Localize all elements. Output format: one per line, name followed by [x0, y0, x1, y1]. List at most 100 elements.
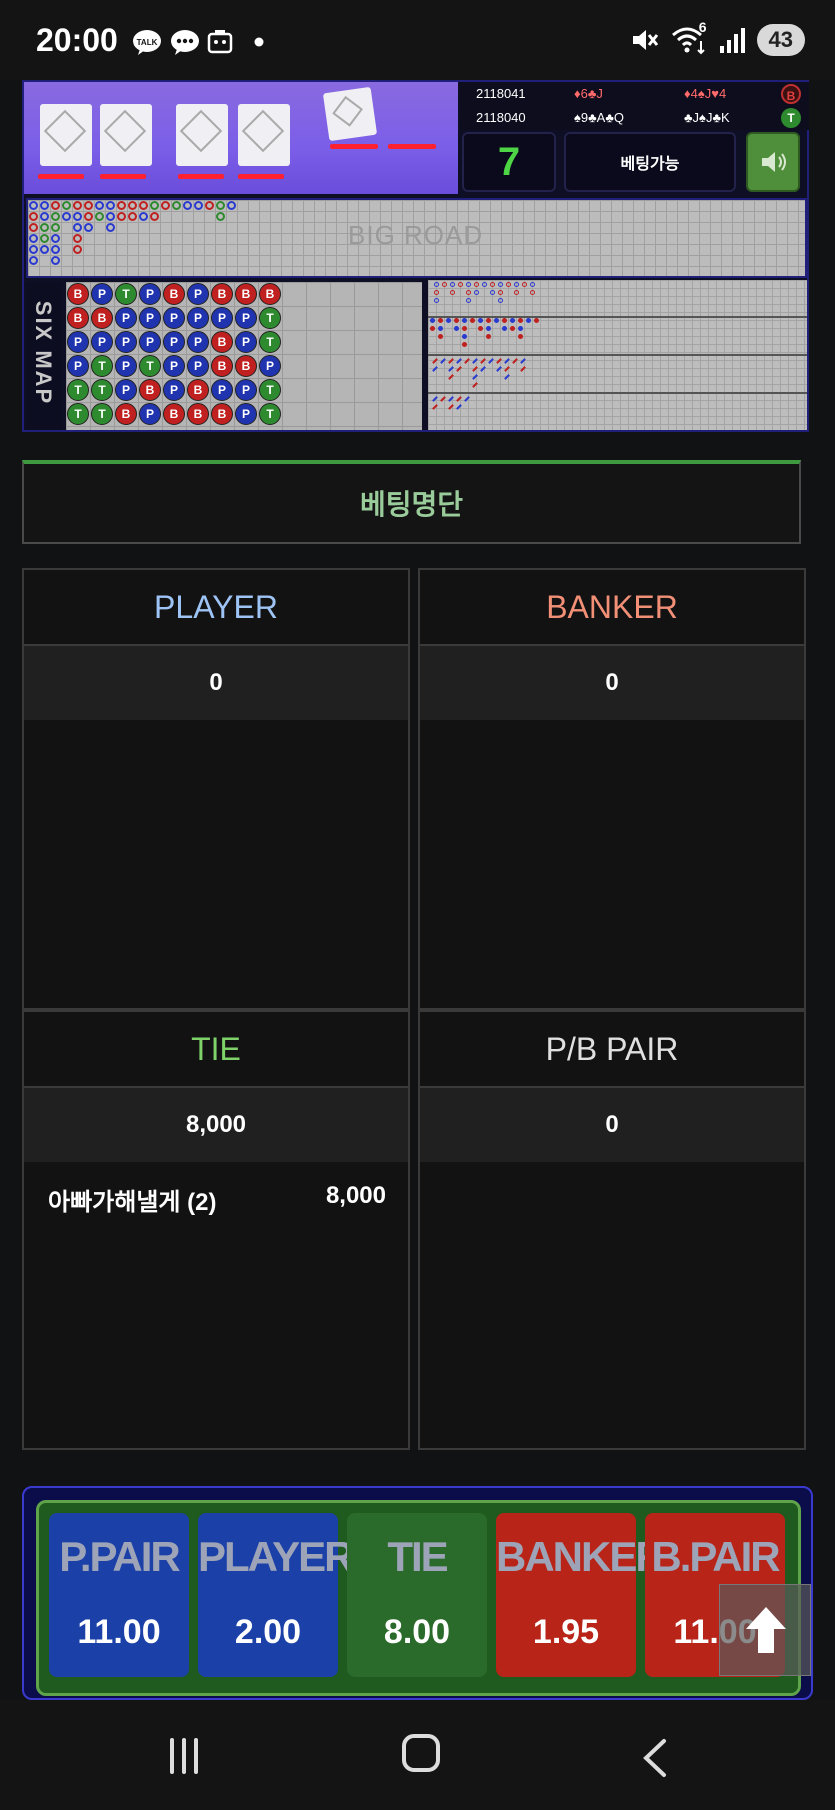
big-road-mark	[62, 212, 71, 221]
sound-toggle-button[interactable]	[746, 132, 800, 192]
round-id: 2118041	[476, 86, 526, 101]
big-road-mark	[106, 201, 115, 210]
small-road-mark	[438, 334, 443, 339]
card-slot-indicator	[330, 144, 378, 149]
back-button[interactable]	[640, 1738, 670, 1778]
live-video	[24, 82, 458, 194]
big-road-mark	[51, 256, 60, 265]
six-map-bead: B	[67, 283, 89, 305]
bet-label: P.PAIR	[59, 1533, 181, 1580]
panel-title: TIE	[24, 1012, 408, 1088]
arrow-up-icon	[746, 1607, 786, 1653]
six-map-bead: P	[163, 379, 185, 401]
bet-label: TIE	[387, 1533, 448, 1580]
big-road-mark	[106, 212, 115, 221]
big-road-grid: BIG ROAD	[26, 198, 807, 278]
small-road-mark	[454, 326, 459, 331]
back-icon	[643, 1739, 666, 1777]
card-slot-indicator	[100, 174, 146, 179]
home-button[interactable]	[402, 1734, 440, 1772]
big-eye-mark	[434, 290, 439, 295]
big-road-mark	[73, 223, 82, 232]
tie-bet-button[interactable]: TIE 8.00	[347, 1513, 487, 1677]
bet-odds: 11.00	[77, 1613, 161, 1651]
message-icon	[171, 30, 199, 55]
cockroach-road-mark	[520, 358, 526, 364]
small-road-mark	[502, 318, 507, 323]
panel-title: P/B PAIR	[420, 1012, 804, 1088]
cockroach-road-mark	[472, 358, 478, 364]
cockroach-road-mark	[432, 404, 438, 410]
small-road-mark	[486, 318, 491, 323]
six-map-bead: P	[139, 331, 161, 353]
six-map-bead: P	[91, 331, 113, 353]
big-eye-mark	[490, 290, 495, 295]
card-slot-indicator	[238, 174, 284, 179]
player-pair-bet-button[interactable]: P.PAIR 11.00	[49, 1513, 189, 1677]
six-map-bead: P	[139, 283, 161, 305]
big-eye-mark	[514, 282, 519, 287]
recents-icon-bar	[194, 1738, 198, 1774]
panel-total: 8,000	[24, 1088, 408, 1162]
cockroach-road-mark	[504, 358, 510, 364]
pair-bets-panel: P/B PAIR 0	[418, 1010, 806, 1450]
speaker-icon	[762, 152, 786, 172]
panel-title: PLAYER	[24, 570, 408, 646]
big-road-mark	[51, 245, 60, 254]
result-badge: T	[781, 108, 801, 128]
big-road-mark	[73, 245, 82, 254]
big-eye-mark	[434, 298, 439, 303]
cockroach-road-mark	[432, 396, 438, 402]
banker-cards: ♦4♠J♥4	[684, 86, 727, 101]
big-road-mark	[84, 201, 93, 210]
cockroach-road-mark	[472, 366, 478, 372]
bet-label: PLAYER	[198, 1533, 355, 1580]
small-road-mark	[462, 342, 467, 347]
big-road-mark	[51, 223, 60, 232]
six-map-bead: T	[67, 379, 89, 401]
big-road-mark	[150, 201, 159, 210]
big-eye-mark	[530, 282, 535, 287]
big-road-mark	[51, 201, 60, 210]
scroll-to-top-button[interactable]	[719, 1584, 811, 1676]
six-map-bead: P	[67, 331, 89, 353]
big-road-mark	[40, 201, 49, 210]
round-id: 2118040	[476, 110, 526, 125]
small-road-mark	[438, 326, 443, 331]
six-map-bead: B	[115, 403, 137, 425]
small-road-mark	[446, 318, 451, 323]
cockroach-road-mark	[440, 396, 446, 402]
cockroach-road-mark	[432, 358, 438, 364]
six-map-bead: T	[91, 355, 113, 377]
cockroach-road-mark	[448, 404, 454, 410]
cockroach-road-mark	[456, 404, 462, 410]
big-eye-mark	[434, 282, 439, 287]
small-road-mark	[470, 318, 475, 323]
bet-label: BANKER	[496, 1533, 666, 1580]
six-map-bead: P	[235, 307, 257, 329]
bet-status-label: 베팅가능	[620, 156, 680, 173]
big-road-mark	[95, 201, 104, 210]
recents-icon-bar	[182, 1738, 186, 1774]
status-icons: 6 43	[629, 19, 805, 56]
six-map-bead: P	[115, 331, 137, 353]
player-bet-button[interactable]: PLAYER 2.00	[198, 1513, 355, 1677]
six-map-bead: B	[259, 283, 281, 305]
dealer-card	[322, 86, 378, 142]
big-road-mark	[84, 223, 93, 232]
big-road-mark	[106, 223, 115, 232]
six-map-bead: B	[235, 283, 257, 305]
game-board: 2118041 ♦6♣J ♦4♠J♥4 B 2118040 ♠9♣A♣Q ♣J♠…	[22, 80, 809, 432]
six-map-bead: B	[91, 307, 113, 329]
big-eye-mark	[466, 290, 471, 295]
big-eye-mark	[450, 290, 455, 295]
six-map-bead: B	[211, 355, 233, 377]
recent-apps-button[interactable]	[170, 1738, 206, 1774]
panel-total: 0	[420, 1088, 804, 1162]
banker-bet-button[interactable]: BANKER 1.95	[496, 1513, 666, 1677]
six-map-bead: P	[187, 331, 209, 353]
road-divider	[428, 316, 807, 318]
banker-cards: ♣J♠J♣K	[684, 110, 730, 125]
six-map-bead: B	[235, 355, 257, 377]
cockroach-road-mark	[496, 358, 502, 364]
